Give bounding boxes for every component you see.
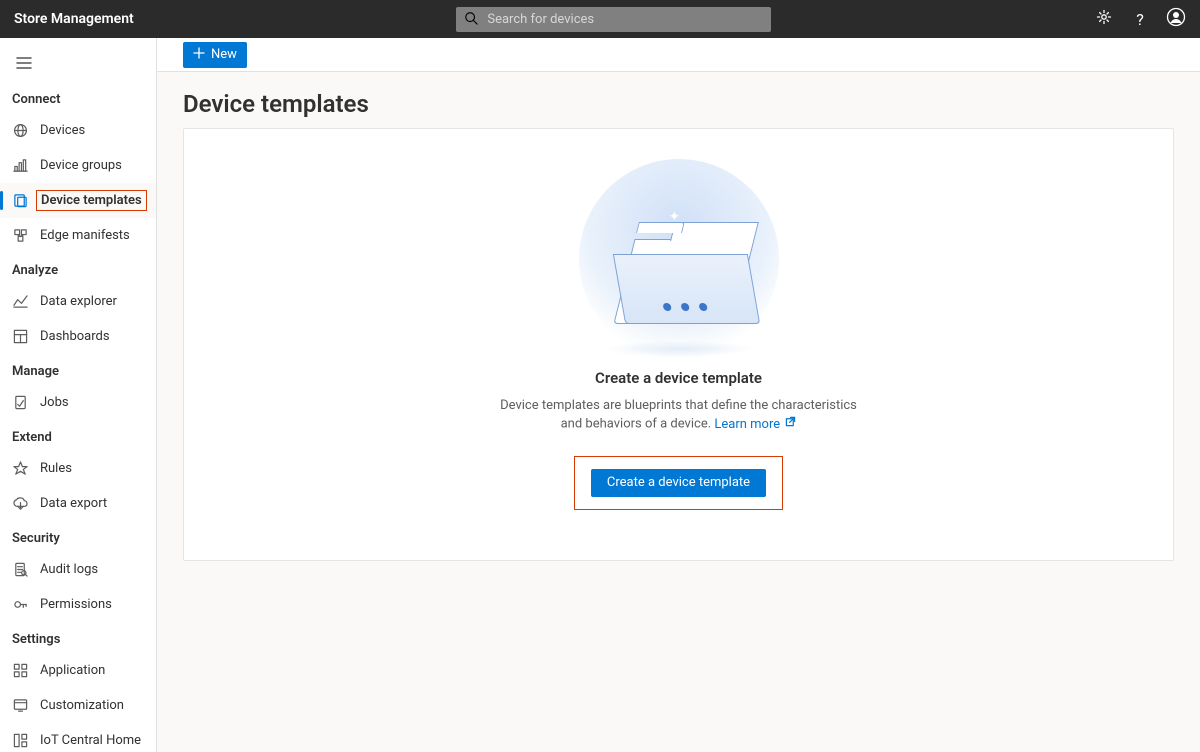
empty-state-card: ✦ Create a device template Device templa…: [183, 128, 1174, 561]
sidebar-item-label: Edge manifests: [40, 228, 130, 243]
cta-button-label: Create a device template: [607, 475, 750, 490]
edge-icon: [12, 228, 28, 244]
app-title: Store Management: [14, 11, 134, 27]
account-button[interactable]: [1166, 9, 1186, 29]
trend-icon: [12, 294, 28, 310]
empty-state-illustration: ✦: [574, 169, 784, 349]
sidebar: Connect Devices Device groups Device tem…: [0, 38, 157, 752]
audit-icon: [12, 562, 28, 578]
export-icon: [12, 496, 28, 512]
sidebar-item-rules[interactable]: Rules: [0, 451, 156, 486]
main-content: New Device templates ✦ Create a device t…: [157, 38, 1200, 752]
sidebar-item-devices[interactable]: Devices: [0, 113, 156, 148]
sidebar-item-data-explorer[interactable]: Data explorer: [0, 284, 156, 319]
search-box[interactable]: [456, 7, 771, 32]
page-title: Device templates: [157, 72, 1200, 128]
sidebar-item-permissions[interactable]: Permissions: [0, 587, 156, 622]
sidebar-item-label: Data explorer: [40, 294, 117, 309]
sidebar-item-label: Customization: [40, 698, 124, 713]
rules-icon: [12, 461, 28, 477]
empty-state-heading: Create a device template: [595, 369, 762, 387]
sidebar-item-label: IoT Central Home: [40, 733, 141, 748]
sidebar-item-iot-central-home[interactable]: IoT Central Home: [0, 723, 156, 752]
external-link-icon: [785, 415, 796, 433]
settings-button[interactable]: [1094, 9, 1114, 29]
hamburger-icon: [16, 56, 32, 74]
sidebar-item-label: Rules: [40, 461, 72, 476]
search-icon: [464, 10, 478, 29]
cta-highlight: Create a device template: [574, 456, 783, 510]
sidebar-section-manage: Manage: [0, 354, 156, 385]
sidebar-section-extend: Extend: [0, 420, 156, 451]
sidebar-item-label: Data export: [40, 496, 107, 511]
customization-icon: [12, 698, 28, 714]
sidebar-item-label: Devices: [40, 123, 85, 138]
help-icon: ?: [1136, 10, 1144, 29]
sidebar-item-customization[interactable]: Customization: [0, 688, 156, 723]
help-button[interactable]: ?: [1130, 9, 1150, 29]
dashboard-icon: [12, 329, 28, 345]
sidebar-section-security: Security: [0, 521, 156, 552]
new-button-label: New: [211, 47, 237, 62]
world-icon: [12, 123, 28, 139]
template-icon: [12, 193, 28, 209]
plus-icon: [193, 47, 205, 63]
sidebar-item-label: Permissions: [40, 597, 112, 612]
learn-more-link[interactable]: Learn more: [714, 417, 796, 432]
sidebar-item-application[interactable]: Application: [0, 653, 156, 688]
sidebar-section-connect: Connect: [0, 82, 156, 113]
home-icon: [12, 733, 28, 749]
sidebar-item-jobs[interactable]: Jobs: [0, 385, 156, 420]
create-device-template-button[interactable]: Create a device template: [591, 469, 766, 497]
header-actions: ?: [1094, 9, 1186, 29]
gear-icon: [1096, 9, 1112, 29]
sidebar-item-label: Device groups: [40, 158, 122, 173]
application-icon: [12, 663, 28, 679]
empty-state-description-text: Device templates are blueprints that def…: [500, 398, 857, 432]
app-header: Store Management ?: [0, 0, 1200, 38]
page-body: Connect Devices Device groups Device tem…: [0, 38, 1200, 752]
chart-icon: [12, 158, 28, 174]
account-icon: [1166, 7, 1186, 31]
sidebar-item-device-groups[interactable]: Device groups: [0, 148, 156, 183]
new-button[interactable]: New: [183, 42, 247, 68]
jobs-icon: [12, 395, 28, 411]
sidebar-item-edge-manifests[interactable]: Edge manifests: [0, 218, 156, 253]
sidebar-item-data-export[interactable]: Data export: [0, 486, 156, 521]
search-input[interactable]: [485, 11, 763, 28]
header-center: [134, 7, 1094, 32]
sidebar-item-label: Jobs: [40, 395, 69, 410]
sidebar-item-audit-logs[interactable]: Audit logs: [0, 552, 156, 587]
permissions-icon: [12, 597, 28, 613]
sidebar-item-label: Dashboards: [40, 329, 110, 344]
sidebar-item-dashboards[interactable]: Dashboards: [0, 319, 156, 354]
empty-state-description: Device templates are blueprints that def…: [499, 397, 859, 434]
sidebar-section-settings: Settings: [0, 622, 156, 653]
command-bar: New: [157, 38, 1200, 72]
sidebar-item-device-templates[interactable]: Device templates: [0, 183, 156, 218]
nav-toggle[interactable]: [0, 48, 156, 82]
sidebar-item-label: Device templates: [36, 190, 147, 211]
sidebar-item-label: Application: [40, 663, 105, 678]
sidebar-item-label: Audit logs: [40, 562, 98, 577]
sidebar-section-analyze: Analyze: [0, 253, 156, 284]
